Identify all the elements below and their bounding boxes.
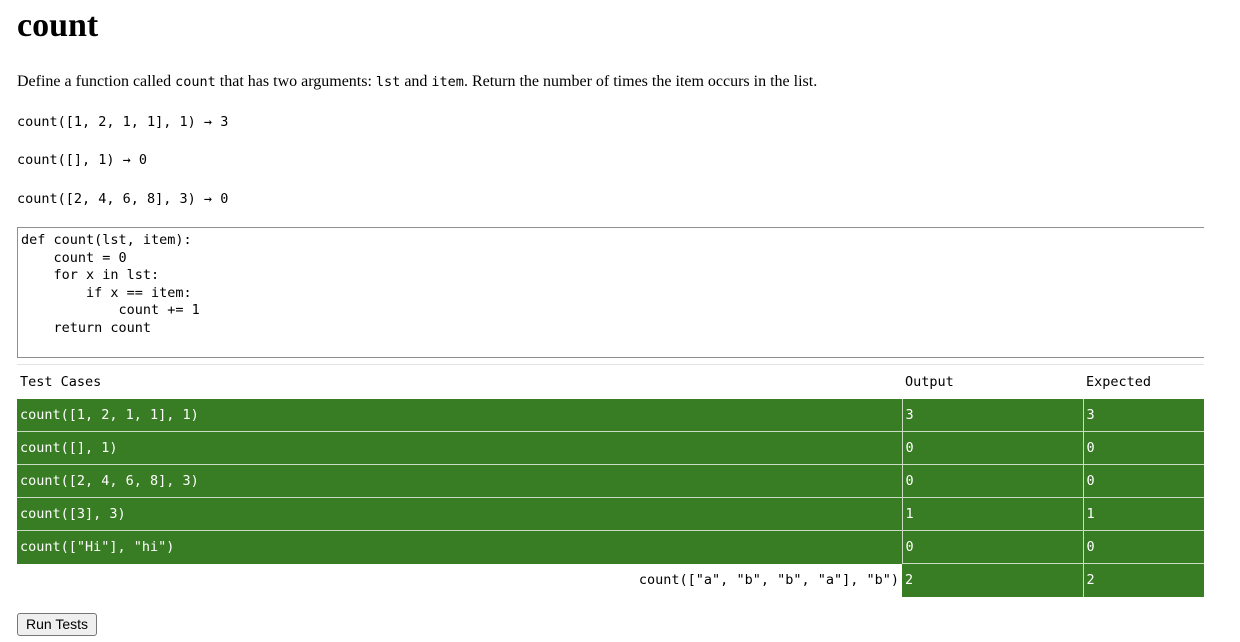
output-cell: 0 xyxy=(901,464,1083,498)
description-text: . Return the number of times the item oc… xyxy=(463,73,818,90)
table-row: count([], 1) 0 0 xyxy=(17,431,1204,465)
output-cell: 1 xyxy=(901,497,1083,531)
table-row: count(["a", "b", "b", "a"], "b") 2 2 xyxy=(17,563,1204,597)
example-3: count([2, 4, 6, 8], 3) → 0 xyxy=(17,191,229,207)
test-case-cell: count(["a", "b", "b", "a"], "b") xyxy=(17,563,902,597)
description-text: that has two arguments: xyxy=(215,73,376,90)
argument-item-code: item xyxy=(431,74,464,90)
test-case-cell: count([2, 4, 6, 8], 3) xyxy=(17,464,902,498)
test-case-cell: count([], 1) xyxy=(17,431,902,465)
run-tests-button[interactable]: Run Tests xyxy=(17,613,97,636)
expected-cell: 3 xyxy=(1082,398,1204,432)
output-cell: 2 xyxy=(902,563,1083,597)
output-cell: 0 xyxy=(901,530,1083,564)
expected-cell: 2 xyxy=(1082,563,1204,597)
expected-cell: 0 xyxy=(1082,530,1204,564)
code-editor[interactable]: def count(lst, item): count = 0 for x in… xyxy=(17,227,1204,358)
table-row: count([1, 2, 1, 1], 1) 3 3 xyxy=(17,398,1204,432)
test-case-cell: count([3], 3) xyxy=(17,497,902,531)
table-header-row: Test Cases Output Expected xyxy=(17,364,1204,399)
description-text: and xyxy=(400,73,432,90)
test-case-cell: count(["Hi"], "hi") xyxy=(17,530,902,564)
function-name-code: count xyxy=(175,74,216,90)
table-row: count([2, 4, 6, 8], 3) 0 0 xyxy=(17,464,1204,498)
test-results-table: Test Cases Output Expected count([1, 2, … xyxy=(17,364,1204,597)
test-case-cell: count([1, 2, 1, 1], 1) xyxy=(17,398,902,432)
example-2: count([], 1) → 0 xyxy=(17,152,148,168)
description-text: Define a function called xyxy=(17,73,176,90)
header-output: Output xyxy=(902,364,1083,399)
output-cell: 3 xyxy=(901,398,1083,432)
expected-cell: 1 xyxy=(1082,497,1204,531)
output-cell: 0 xyxy=(901,431,1083,465)
problem-description: Define a function called count that has … xyxy=(17,72,817,92)
argument-lst-code: lst xyxy=(375,74,401,90)
example-1: count([1, 2, 1, 1], 1) → 3 xyxy=(17,114,229,130)
page-title: count xyxy=(17,7,99,44)
header-test-cases: Test Cases xyxy=(17,364,902,399)
table-row: count(["Hi"], "hi") 0 0 xyxy=(17,530,1204,564)
header-expected: Expected xyxy=(1083,364,1204,399)
expected-cell: 0 xyxy=(1082,431,1204,465)
table-row: count([3], 3) 1 1 xyxy=(17,497,1204,531)
expected-cell: 0 xyxy=(1082,464,1204,498)
